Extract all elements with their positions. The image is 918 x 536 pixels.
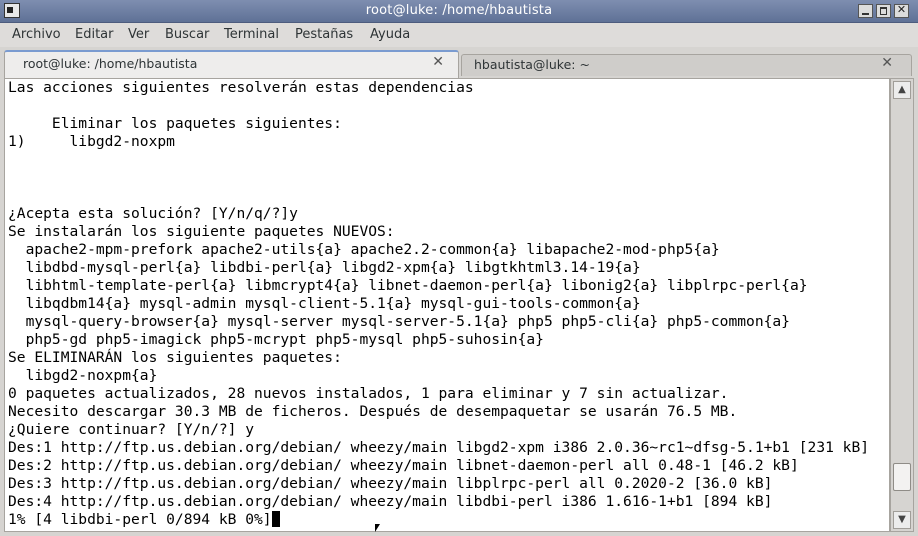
menu-pestanas[interactable]: Pestañas xyxy=(295,27,353,42)
tab-root[interactable]: root@luke: /home/hbautista ✕ xyxy=(4,50,459,78)
terminal-line: Se instalarán los siguiente paquetes NUE… xyxy=(8,223,395,240)
close-tab-icon[interactable]: ✕ xyxy=(881,55,893,71)
terminal-line: Eliminar los paquetes siguientes: xyxy=(8,115,342,132)
terminal-line: Des:1 http://ftp.us.debian.org/debian/ w… xyxy=(8,439,870,456)
maximize-button[interactable] xyxy=(876,4,891,18)
terminal-prompt-line: 1% [4 libdbi-perl 0/894 kB 0%] xyxy=(8,511,280,529)
title-bar[interactable]: root@luke: /home/hbautista xyxy=(0,0,918,23)
terminal-line: apache2-mpm-prefork apache2-utils{a} apa… xyxy=(8,241,720,258)
menu-ayuda[interactable]: Ayuda xyxy=(370,27,410,42)
tab-label: hbautista@luke: ~ xyxy=(474,57,590,72)
terminal-line: ¿Acepta esta solución? [Y/n/q/?]y xyxy=(8,205,298,222)
scroll-up-icon[interactable] xyxy=(893,81,911,99)
terminal-line: Des:2 http://ftp.us.debian.org/debian/ w… xyxy=(8,457,799,474)
minimize-button[interactable] xyxy=(858,4,873,18)
terminal-line: mysql-query-browser{a} mysql-server mysq… xyxy=(8,313,790,330)
menu-ver[interactable]: Ver xyxy=(128,27,149,42)
text-cursor xyxy=(271,511,280,527)
menu-terminal[interactable]: Terminal xyxy=(224,27,279,42)
terminal-line: ¿Quiere continuar? [Y/n/?] y xyxy=(8,421,255,438)
window-title: root@luke: /home/hbautista xyxy=(365,3,553,18)
tab-label: root@luke: /home/hbautista xyxy=(23,56,198,71)
menu-archivo[interactable]: Archivo xyxy=(12,27,61,42)
terminal-line: Se ELIMINARÁN los siguientes paquetes: xyxy=(8,349,342,366)
terminal-line: libhtml-template-perl{a} libmcrypt4{a} l… xyxy=(8,277,808,294)
terminal-line: Des:4 http://ftp.us.debian.org/debian/ w… xyxy=(8,493,773,510)
terminal-line: php5-gd php5-imagick php5-mcrypt php5-my… xyxy=(8,331,544,348)
terminal-line: Des:3 http://ftp.us.debian.org/debian/ w… xyxy=(8,475,773,492)
terminal-line: 1) libgd2-noxpm xyxy=(8,133,175,150)
menu-bar: Archivo Editar Ver Buscar Terminal Pesta… xyxy=(0,23,918,47)
close-window-button[interactable] xyxy=(894,3,909,18)
terminal-line: libdbd-mysql-perl{a} libdbi-perl{a} libg… xyxy=(8,259,641,276)
tab-hbautista[interactable]: hbautista@luke: ~ ✕ xyxy=(461,54,912,76)
mouse-pointer-icon xyxy=(375,524,380,532)
terminal-line: libqdbm14{a} mysql-admin mysql-client-5.… xyxy=(8,295,641,312)
scroll-down-icon[interactable] xyxy=(893,511,911,529)
vertical-scrollbar[interactable] xyxy=(890,78,914,532)
terminal-line: 0 paquetes actualizados, 28 nuevos insta… xyxy=(8,385,729,402)
terminal-output[interactable]: Las acciones siguientes resolverán estas… xyxy=(4,78,890,532)
menu-buscar[interactable]: Buscar xyxy=(165,27,209,42)
menu-editar[interactable]: Editar xyxy=(75,27,114,42)
terminal-line: libgd2-noxpm{a} xyxy=(8,367,158,384)
scrollbar-thumb[interactable] xyxy=(893,463,911,491)
close-tab-icon[interactable]: ✕ xyxy=(432,54,444,70)
terminal-line: Necesito descargar 30.3 MB de ficheros. … xyxy=(8,403,738,420)
tab-strip: root@luke: /home/hbautista ✕ hbautista@l… xyxy=(0,48,918,78)
progress-text: 1% [4 libdbi-perl 0/894 kB 0%] xyxy=(8,511,272,528)
terminal-line: Las acciones siguientes resolverán estas… xyxy=(8,79,474,96)
